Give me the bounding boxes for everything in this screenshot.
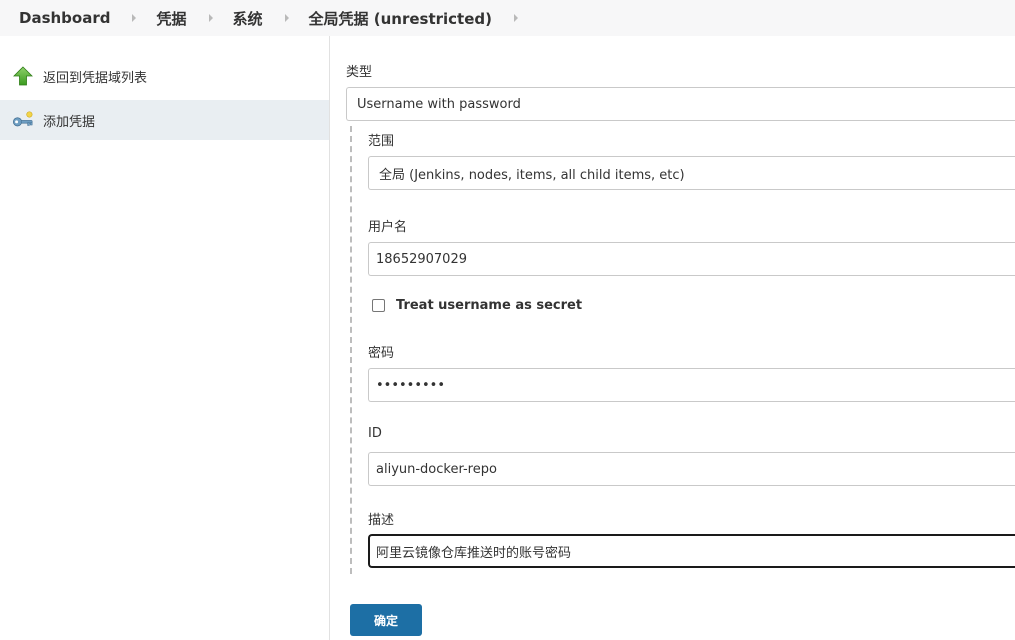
- breadcrumb: Dashboard 凭据 系统 全局凭据 (unrestricted): [0, 0, 1015, 36]
- sidebar-item-label: 添加凭据: [43, 114, 96, 130]
- breadcrumb-separator-icon[interactable]: [208, 14, 213, 22]
- breadcrumb-global-credentials[interactable]: 全局凭据 (unrestricted): [309, 8, 492, 29]
- key-icon: [12, 109, 34, 131]
- username-input[interactable]: 18652907029: [368, 242, 1015, 276]
- treat-username-secret-checkbox[interactable]: [372, 299, 385, 312]
- sidebar-item-add-credentials[interactable]: 添加凭据: [0, 100, 329, 140]
- scope-select[interactable]: 全局 (Jenkins, nodes, items, all child ite…: [368, 156, 1015, 190]
- nested-section-guide: [350, 126, 352, 574]
- breadcrumb-separator-icon[interactable]: [132, 14, 137, 22]
- treat-username-secret-row[interactable]: Treat username as secret: [372, 298, 582, 313]
- description-label: 描述: [368, 513, 395, 528]
- breadcrumb-separator-icon[interactable]: [284, 14, 289, 22]
- green-up-arrow-icon: [12, 65, 34, 87]
- id-input[interactable]: aliyun-docker-repo: [368, 452, 1015, 486]
- description-input[interactable]: 阿里云镜像仓库推送时的账号密码: [368, 534, 1015, 568]
- breadcrumb-credentials[interactable]: 凭据: [156, 8, 186, 29]
- sidebar: 返回到凭据域列表 添加凭据: [0, 36, 330, 640]
- kind-label: 类型: [346, 65, 373, 80]
- password-input[interactable]: •••••••••: [368, 368, 1015, 402]
- scope-label: 范围: [368, 134, 395, 149]
- breadcrumb-dashboard[interactable]: Dashboard: [19, 9, 110, 27]
- sidebar-item-back-to-domains[interactable]: 返回到凭据域列表: [0, 56, 329, 96]
- password-label: 密码: [368, 346, 395, 361]
- kind-select[interactable]: Username with password: [346, 87, 1015, 121]
- credential-form: 类型 Username with password 范围 全局 (Jenkins…: [346, 36, 1015, 640]
- username-label: 用户名: [368, 220, 408, 235]
- breadcrumb-system[interactable]: 系统: [233, 8, 263, 29]
- treat-username-secret-label[interactable]: Treat username as secret: [396, 298, 582, 313]
- breadcrumb-separator-icon[interactable]: [514, 14, 518, 22]
- sidebar-item-label: 返回到凭据域列表: [43, 70, 148, 86]
- id-label: ID: [368, 426, 382, 441]
- ok-button[interactable]: 确定: [350, 604, 422, 636]
